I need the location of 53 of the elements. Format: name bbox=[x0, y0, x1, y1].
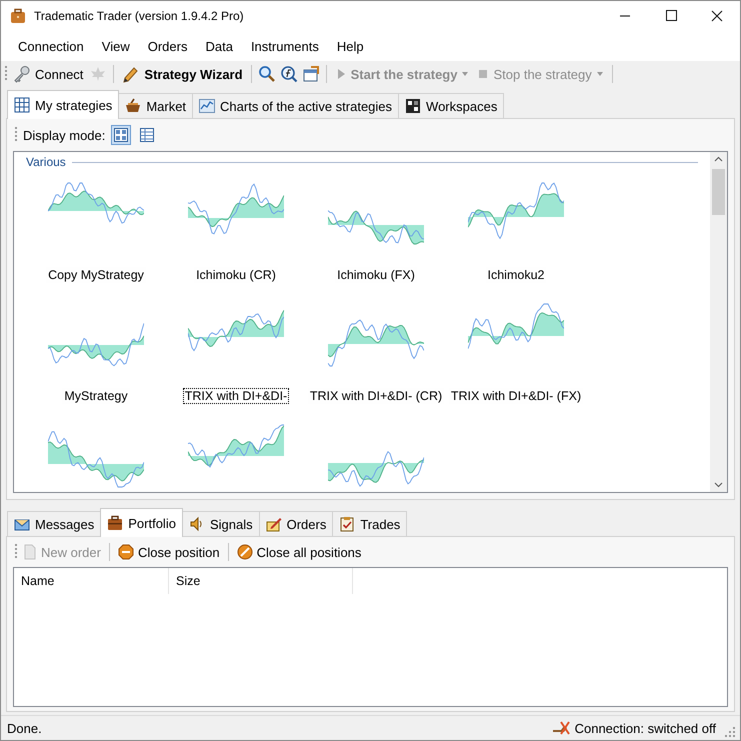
document-icon bbox=[23, 544, 37, 560]
menu-item[interactable]: View bbox=[92, 34, 139, 58]
window-title: Tradematic Trader (version 1.9.4.2 Pro) bbox=[34, 9, 244, 23]
toolbar-button[interactable]: Close all positions bbox=[234, 543, 364, 561]
strategy-name[interactable]: TRIX with DI+&DI- bbox=[182, 388, 290, 404]
group-title: Various bbox=[26, 155, 66, 169]
menu-item[interactable]: Help bbox=[328, 34, 373, 58]
toolbar-button[interactable]: Strategy Wizard bbox=[120, 64, 245, 84]
window-settings-icon[interactable] bbox=[302, 65, 320, 83]
menu-item[interactable]: Instruments bbox=[242, 34, 328, 58]
line-chart-icon bbox=[199, 98, 216, 114]
tile-view-button[interactable] bbox=[111, 125, 132, 145]
menu-item[interactable]: Orders bbox=[138, 34, 196, 58]
briefcase-icon bbox=[107, 515, 124, 531]
prohibited-icon bbox=[236, 544, 253, 560]
strategy-name[interactable]: Copy MyStrategy bbox=[46, 267, 146, 283]
strategy-name[interactable]: Ichimoku (CR) bbox=[194, 267, 278, 283]
status-message: Done. bbox=[7, 720, 42, 736]
strategy-name[interactable]: Ichimoku (FX) bbox=[335, 267, 417, 283]
display-mode-label: Display mode: bbox=[23, 128, 106, 142]
key-icon bbox=[13, 65, 31, 83]
resize-grip-icon[interactable] bbox=[724, 726, 736, 738]
function-search-icon[interactable] bbox=[280, 65, 298, 83]
menu-item[interactable]: Connection bbox=[9, 34, 93, 58]
toolbar-button[interactable]: Connect bbox=[11, 64, 86, 84]
octagon-icon bbox=[118, 544, 134, 560]
tab[interactable]: My strategies bbox=[7, 90, 120, 119]
strategy-name[interactable]: TRIX with DI+&DI- (FX) bbox=[448, 388, 584, 404]
column-header[interactable]: Name bbox=[14, 568, 169, 594]
tab[interactable]: Workspaces bbox=[398, 93, 504, 118]
strategy-name[interactable]: TRIX with DI+&DI- (CR) bbox=[308, 388, 444, 404]
stop-icon bbox=[477, 67, 490, 81]
tab[interactable]: Messages bbox=[7, 511, 102, 536]
scrollbar-thumb[interactable] bbox=[712, 169, 725, 215]
toolbar-button[interactable]: Close position bbox=[116, 543, 222, 561]
pencil-note-icon bbox=[266, 516, 282, 532]
tab[interactable]: Trades bbox=[332, 511, 408, 536]
grid-icon bbox=[14, 97, 30, 113]
basket-icon bbox=[125, 98, 142, 114]
column-header[interactable]: Size bbox=[169, 568, 353, 594]
briefcase-icon bbox=[10, 8, 26, 24]
strategy-name[interactable]: MyStrategy bbox=[62, 388, 130, 404]
caret-icon bbox=[461, 71, 470, 77]
search-icon[interactable] bbox=[258, 65, 276, 83]
connection-status: Connection: switched off bbox=[574, 720, 716, 736]
vertical-scrollbar[interactable] bbox=[710, 152, 727, 492]
menu-item[interactable]: Data bbox=[196, 34, 242, 58]
disconnected-plug-icon bbox=[550, 720, 571, 736]
pencil-icon bbox=[122, 65, 140, 83]
tab[interactable]: Portfolio bbox=[100, 508, 183, 537]
windows-grid-icon bbox=[405, 98, 422, 114]
clipboard-check-icon bbox=[339, 516, 356, 532]
caret-icon bbox=[596, 71, 604, 77]
